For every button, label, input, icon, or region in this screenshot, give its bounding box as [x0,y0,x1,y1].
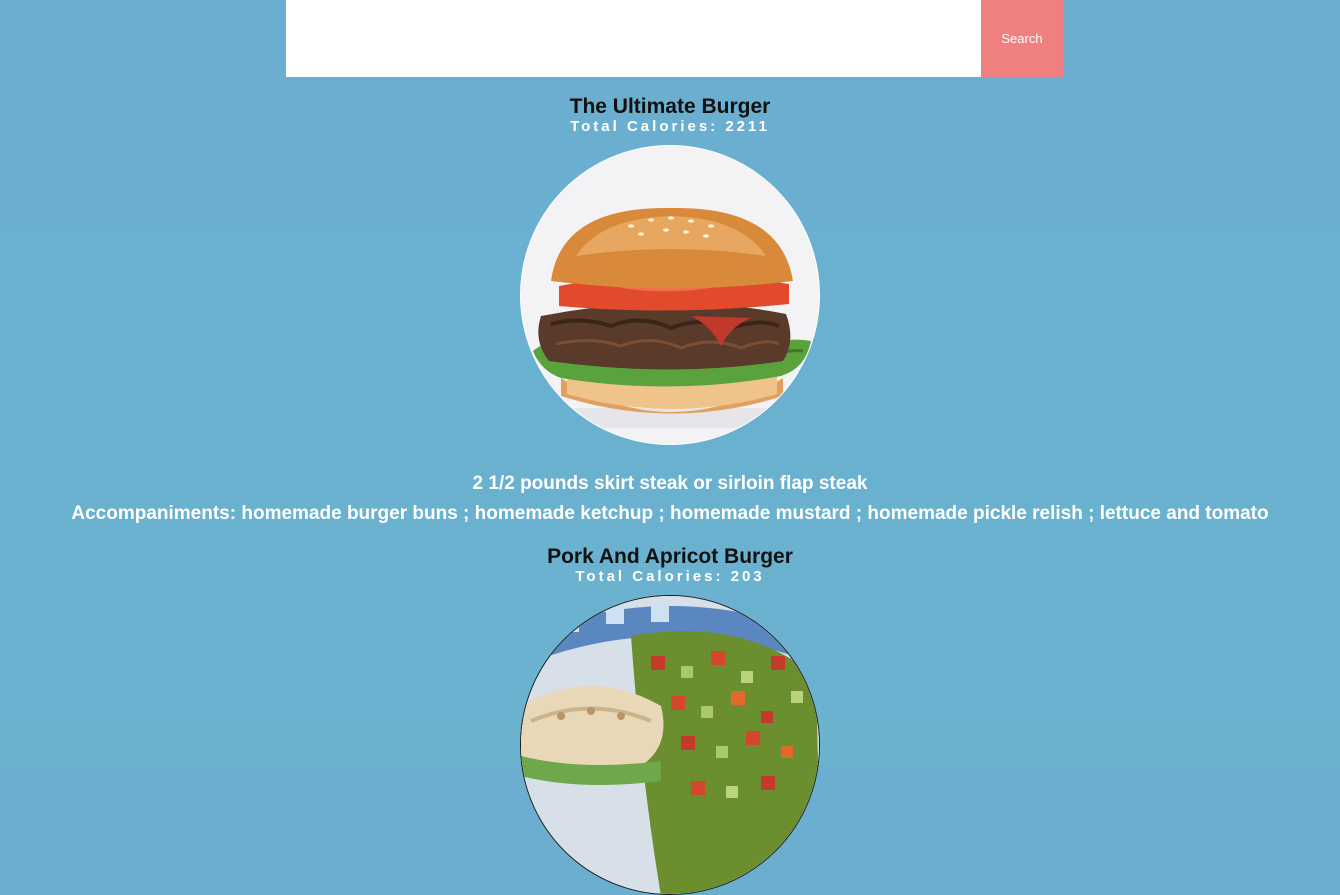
recipe-ingredient: 2 1/2 pounds skirt steak or sirloin flap… [472,473,868,494]
pork-burger-salad-photo-icon [520,595,820,895]
recipe-card: The Ultimate Burger Total Calories: 2211 [0,95,1340,529]
recipe-calories: Total Calories: 203 [575,568,765,585]
recipe-title: Pork And Apricot Burger [547,545,793,568]
search-input[interactable] [286,0,981,77]
recipe-ingredient: Accompaniments: homemade burger buns ; h… [71,503,1269,524]
search-button[interactable]: Search [981,0,1063,77]
search-bar: Search [286,0,1063,77]
recipe-card: Pork And Apricot Burger Total Calories: … [0,545,1340,895]
recipe-calories: Total Calories: 2211 [570,118,770,135]
burger-photo-icon [520,145,820,445]
recipe-title: The Ultimate Burger [569,95,771,118]
